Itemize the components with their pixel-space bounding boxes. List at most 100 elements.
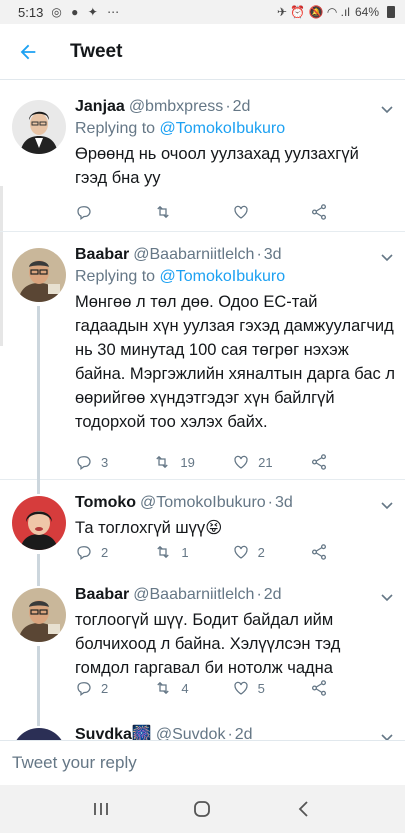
tweet-header: Tomoko @TomokoIbukuro · 3d xyxy=(75,492,395,514)
author-handle[interactable]: @TomokoIbukuro xyxy=(140,492,266,514)
heart-icon xyxy=(234,455,248,469)
like-button[interactable]: 5 xyxy=(232,679,272,697)
back-button[interactable] xyxy=(0,24,56,80)
home-button[interactable] xyxy=(182,789,222,829)
share-icon xyxy=(311,204,326,220)
heart-icon xyxy=(234,205,248,219)
battery-icon xyxy=(387,6,395,18)
share-button[interactable] xyxy=(310,453,350,471)
reply-icon xyxy=(77,682,91,697)
reply-button[interactable]: 2 xyxy=(75,679,115,697)
tweet[interactable]: Suvdka🎆 @Suvdok · 2d xyxy=(0,712,405,740)
replying-to: Replying to @TomokoIbukuro xyxy=(75,266,395,288)
tweet-body: Baabar @Baabarniitlelch · 3d Replying to… xyxy=(75,244,395,434)
separator: · xyxy=(256,586,262,603)
share-button[interactable] xyxy=(310,679,350,697)
avatar[interactable] xyxy=(12,100,66,154)
reply-icon xyxy=(77,546,91,561)
avatar[interactable] xyxy=(12,496,66,550)
tweet-time: 3d xyxy=(275,494,293,511)
status-bar: 5:13 ◎ ● ✦ ⋯ ✈ ⏰ 🔕 ◠ .ıl 64% xyxy=(0,0,405,24)
author-handle[interactable]: @Baabarniitlelch xyxy=(133,244,254,266)
retweet-icon xyxy=(157,545,170,559)
recent-apps-button[interactable] xyxy=(81,789,121,829)
thread-line xyxy=(37,572,40,586)
share-icon xyxy=(311,544,326,560)
author-name[interactable]: Tomoko xyxy=(75,492,136,514)
tweet-list: Janjaa @bmbxpress · 2d Replying to @Tomo… xyxy=(0,82,405,740)
status-time: 5:13 xyxy=(18,4,44,20)
avatar[interactable] xyxy=(12,728,66,740)
like-button[interactable]: 21 xyxy=(232,453,273,471)
notification-icons: ◎ ● ✦ ⋯ xyxy=(51,5,123,19)
reply-icon xyxy=(77,456,91,471)
avatar[interactable] xyxy=(12,248,66,302)
tweet-body: Suvdka🎆 @Suvdok · 2d xyxy=(75,724,395,740)
tweet-text: Та тоглохгүй шүү😝 xyxy=(75,519,223,537)
author-handle[interactable]: @Suvdok xyxy=(156,724,226,740)
avatar-photo xyxy=(12,100,66,154)
like-button[interactable] xyxy=(232,203,272,221)
reply-count: 2 xyxy=(101,544,109,560)
share-button[interactable] xyxy=(310,203,350,221)
author-name[interactable]: Baabar xyxy=(75,244,129,266)
avatar-photo xyxy=(12,496,66,550)
tweet-text: тоглоогүй шүү. Бодит байдал ийм болчихоо… xyxy=(75,611,341,677)
tweet[interactable]: Janjaa @bmbxpress · 2d Replying to @Tomo… xyxy=(0,84,405,232)
like-button[interactable]: 2 xyxy=(232,543,272,561)
reply-icon xyxy=(77,206,91,221)
thread-line xyxy=(37,646,40,716)
retweet-button[interactable]: 19 xyxy=(152,453,195,471)
retweet-count: 1 xyxy=(181,544,189,560)
retweet-count: 4 xyxy=(181,680,189,696)
tweet-text: Өрөөнд нь очоол уулзахад уулзахгүй гээд … xyxy=(75,145,359,187)
avatar[interactable] xyxy=(12,588,66,642)
tweet-actions: 2 4 5 xyxy=(75,678,350,698)
tweet[interactable]: Tomoko @TomokoIbukuro · 3d Та тоглохгүй … xyxy=(0,480,405,574)
author-name[interactable]: Baabar xyxy=(75,584,129,606)
like-count: 5 xyxy=(257,680,265,696)
avatar-photo xyxy=(12,248,66,302)
back-chevron-icon xyxy=(298,801,308,817)
heart-icon xyxy=(234,545,248,559)
like-count: 2 xyxy=(257,544,265,560)
reply-button[interactable]: 2 xyxy=(75,543,115,561)
reply-count: 3 xyxy=(101,454,109,470)
mention-link[interactable]: @TomokoIbukuro xyxy=(160,268,286,285)
share-button[interactable] xyxy=(310,543,350,561)
battery-level: 64% xyxy=(354,5,379,19)
tweet-actions: 3 19 21 xyxy=(75,452,350,472)
tweet-time: 2d xyxy=(263,586,282,603)
separator: · xyxy=(225,98,231,115)
author-handle[interactable]: @bmbxpress xyxy=(129,96,224,118)
tweet-body: Baabar @Baabarniitlelch · 2d тоглоогүй ш… xyxy=(75,584,395,680)
retweet-button[interactable]: 1 xyxy=(153,543,193,561)
separator: · xyxy=(227,726,233,740)
reply-input[interactable] xyxy=(12,753,392,773)
heart-icon xyxy=(234,681,248,695)
reply-bar xyxy=(0,740,405,785)
share-icon xyxy=(311,680,326,696)
tweet-actions: 2 1 2 xyxy=(75,542,350,562)
reply-button[interactable] xyxy=(75,203,115,221)
retweet-button[interactable]: 4 xyxy=(153,679,193,697)
retweet-button[interactable] xyxy=(153,203,193,221)
replying-label: Replying to xyxy=(75,120,156,137)
tweet[interactable]: Baabar @Baabarniitlelch · 3d Replying to… xyxy=(0,232,405,482)
tweet[interactable]: Baabar @Baabarniitlelch · 2d тоглоогүй ш… xyxy=(0,572,405,716)
separator: · xyxy=(256,246,262,263)
back-arrow-icon xyxy=(20,44,36,59)
reply-button[interactable]: 3 xyxy=(75,453,115,471)
author-name[interactable]: Janjaa xyxy=(75,96,125,118)
mention-link[interactable]: @TomokoIbukuro xyxy=(160,120,286,137)
tweet-actions xyxy=(75,202,350,222)
tweet-time: 3d xyxy=(263,246,282,263)
system-back-button[interactable] xyxy=(284,789,324,829)
page-title: Tweet xyxy=(70,40,123,62)
replying-to: Replying to @TomokoIbukuro xyxy=(75,118,395,140)
author-handle[interactable]: @Baabarniitlelch xyxy=(133,584,254,606)
avatar-photo xyxy=(12,588,66,642)
app-header: Tweet xyxy=(0,24,405,80)
author-name[interactable]: Suvdka🎆 xyxy=(75,724,152,740)
tweet-time: 2d xyxy=(232,98,251,115)
